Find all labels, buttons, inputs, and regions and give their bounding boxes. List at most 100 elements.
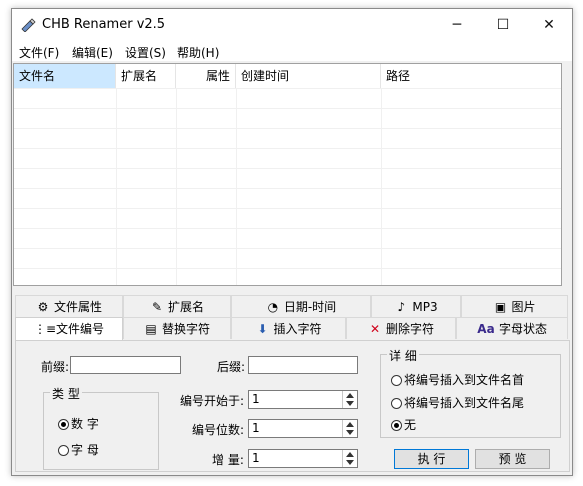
- suffix-input[interactable]: [248, 356, 358, 374]
- file-list[interactable]: 文件名 扩展名 属性 创建时间 路径: [13, 63, 562, 286]
- tab-label: 删除字符: [385, 322, 434, 336]
- tab-extension[interactable]: ✎ 扩展名: [123, 295, 231, 317]
- picture-icon: ▣: [494, 300, 507, 314]
- grid-line: [236, 88, 237, 285]
- file-attributes-icon: ⚙: [37, 300, 49, 314]
- tab-file-numbering[interactable]: ⋮≡文件编号: [15, 317, 123, 341]
- numbered-list-icon: ⋮≡: [33, 322, 57, 336]
- tab-replace-chars[interactable]: ▤ 替换字符: [123, 317, 231, 339]
- clock-icon: ◔: [267, 300, 279, 314]
- spinner-arrows[interactable]: [342, 420, 357, 437]
- grid-line: [14, 208, 561, 209]
- spin-down-icon[interactable]: [346, 401, 354, 406]
- menu-edit[interactable]: 编辑(E): [72, 44, 113, 61]
- insert-icon: ⬇: [257, 322, 268, 336]
- grid-line: [176, 88, 177, 285]
- radio-dot: [391, 420, 402, 431]
- tab-picture[interactable]: ▣ 图片: [461, 295, 568, 317]
- digits-label: 编号位数:: [192, 423, 245, 437]
- detail-group-title: 详 细: [387, 347, 419, 364]
- minimize-button[interactable]: ─: [434, 9, 480, 41]
- grid-line: [14, 248, 561, 249]
- spin-up-icon[interactable]: [346, 452, 354, 457]
- grid-line: [14, 188, 561, 189]
- tab-label: 替换字符: [161, 322, 210, 336]
- suffix-label: 后缀:: [217, 360, 246, 374]
- tab-label: 插入字符: [273, 322, 322, 336]
- radio-none[interactable]: 无: [391, 416, 416, 433]
- window-title: CHB Renamer v2.5: [42, 17, 166, 32]
- grid-line: [116, 88, 117, 285]
- radio-label: 将编号插入到文件名首: [404, 373, 525, 387]
- start-number-spinner[interactable]: 1: [248, 390, 358, 409]
- tab-label: MP3: [412, 300, 438, 314]
- column-header-filename[interactable]: 文件名: [14, 64, 116, 88]
- title-bar: CHB Renamer v2.5 ─ ☐ ✕: [12, 9, 572, 41]
- music-file-icon: ♪: [397, 300, 406, 314]
- digits-spinner[interactable]: 1: [248, 419, 358, 438]
- step-label: 增 量:: [212, 453, 244, 467]
- menu-help[interactable]: 帮助(H): [177, 44, 219, 61]
- letter-case-icon: Aa: [477, 322, 495, 336]
- tab-label: 文件属性: [53, 300, 102, 314]
- tab-delete-chars[interactable]: ✕ 删除字符: [346, 317, 456, 339]
- radio-dot: [58, 445, 69, 456]
- type-group-title: 类 型: [50, 385, 82, 402]
- step-value: 1: [252, 451, 260, 465]
- step-spinner[interactable]: 1: [248, 449, 358, 468]
- prefix-input[interactable]: [70, 356, 181, 374]
- radio-label: 无: [404, 418, 417, 432]
- grid-line: [14, 88, 561, 89]
- preview-button[interactable]: 预 览: [475, 449, 550, 469]
- extension-icon: ✎: [151, 300, 163, 314]
- radio-dot: [391, 398, 402, 409]
- grid-line: [14, 148, 561, 149]
- start-number-value: 1: [252, 392, 260, 406]
- prefix-label: 前缀:: [41, 360, 70, 374]
- type-group: 类 型 数 字 字 母: [43, 385, 159, 470]
- digits-value: 1: [252, 421, 260, 435]
- tab-letter-case[interactable]: Aa 字母状态: [456, 317, 568, 339]
- radio-label: 将编号插入到文件名尾: [404, 396, 525, 410]
- app-window: CHB Renamer v2.5 ─ ☐ ✕ 文件(F) 编辑(E) 设置(S)…: [11, 8, 573, 476]
- numbering-panel: 前缀: 后缀: 类 型 数 字 字 母 编号开始于: 1 编号位数: 1 增 量…: [15, 340, 570, 472]
- radio-dot: [391, 375, 402, 386]
- grid-line: [14, 128, 561, 129]
- radio-label: 数 字: [71, 417, 99, 431]
- tab-mp3[interactable]: ♪ MP3: [371, 295, 461, 317]
- spinner-arrows[interactable]: [342, 391, 357, 408]
- app-icon: [21, 18, 36, 32]
- grid-line: [14, 168, 561, 169]
- radio-letter[interactable]: 字 母: [58, 441, 99, 458]
- menu-settings[interactable]: 设置(S): [125, 44, 166, 61]
- tab-file-attributes[interactable]: ⚙ 文件属性: [15, 295, 123, 317]
- radio-insert-at-end[interactable]: 将编号插入到文件名尾: [391, 394, 524, 411]
- tab-label: 图片: [511, 300, 536, 314]
- tab-label: 扩展名: [167, 300, 204, 314]
- delete-icon: ✕: [369, 322, 381, 336]
- tab-insert-chars[interactable]: ⬇ 插入字符: [231, 317, 346, 339]
- spin-down-icon[interactable]: [346, 430, 354, 435]
- grid-line: [14, 108, 561, 109]
- radio-numeric[interactable]: 数 字: [58, 415, 99, 432]
- column-header-path[interactable]: 路径: [381, 64, 561, 88]
- spin-up-icon[interactable]: [346, 393, 354, 398]
- spin-up-icon[interactable]: [346, 422, 354, 427]
- tab-label: 日期-时间: [283, 300, 337, 314]
- close-button[interactable]: ✕: [526, 9, 572, 41]
- radio-insert-at-start[interactable]: 将编号插入到文件名首: [391, 371, 524, 388]
- execute-button[interactable]: 执 行: [394, 449, 469, 469]
- detail-group: 详 细 将编号插入到文件名首 将编号插入到文件名尾 无: [380, 347, 561, 438]
- column-header-extension[interactable]: 扩展名: [116, 64, 176, 88]
- radio-label: 字 母: [71, 443, 99, 457]
- column-header-created[interactable]: 创建时间: [236, 64, 381, 88]
- tab-label: 文件编号: [55, 322, 104, 336]
- spinner-arrows[interactable]: [342, 450, 357, 467]
- tab-date-time[interactable]: ◔ 日期-时间: [231, 295, 371, 317]
- grid-line: [381, 88, 382, 285]
- menu-file[interactable]: 文件(F): [19, 44, 59, 61]
- column-header-attributes[interactable]: 属性: [176, 64, 236, 88]
- maximize-button[interactable]: ☐: [480, 9, 526, 41]
- spin-down-icon[interactable]: [346, 460, 354, 465]
- start-label: 编号开始于:: [180, 394, 245, 408]
